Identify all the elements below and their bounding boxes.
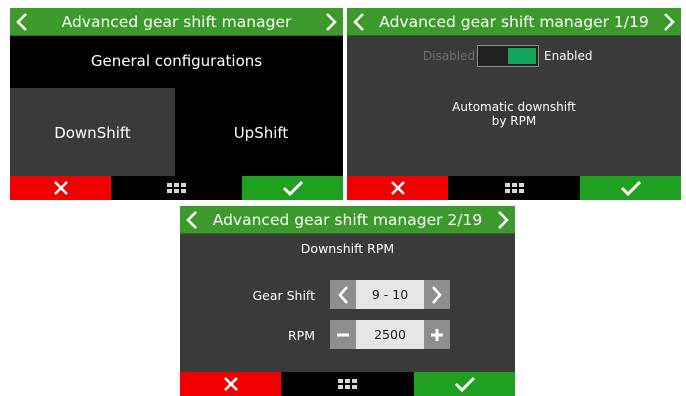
cancel-button[interactable]: [180, 372, 281, 396]
page-subtitle: Downshift RPM: [300, 241, 395, 256]
description-line-1: Automatic downshift: [452, 100, 576, 114]
screen-title: Advanced gear shift manager 1/19: [379, 12, 649, 31]
gear-shift-prev-button[interactable]: [330, 280, 356, 309]
chevron-right-icon: [498, 210, 509, 229]
close-icon: [223, 377, 238, 391]
title-bar: Advanced gear shift manager 2/19: [180, 206, 515, 234]
cancel-button[interactable]: [347, 176, 448, 200]
gear-shift-next-button[interactable]: [424, 280, 450, 309]
bottom-bar: [347, 176, 681, 200]
ok-button[interactable]: [580, 176, 681, 200]
grid-icon: [338, 379, 357, 389]
downshift-button[interactable]: DownShift: [10, 88, 175, 178]
enable-toggle[interactable]: [477, 45, 539, 67]
rpm-stepper: 2500: [330, 320, 450, 349]
cancel-button[interactable]: [10, 176, 111, 200]
screen-main-menu: Advanced gear shift manager General conf…: [10, 8, 343, 200]
chevron-left-icon: [353, 12, 364, 31]
description-line-2: by RPM: [491, 114, 537, 128]
enabled-label: Enabled: [544, 49, 593, 63]
prev-button[interactable]: [10, 8, 34, 35]
next-button[interactable]: [491, 206, 515, 233]
grid-icon: [504, 183, 524, 193]
downshift-label: DownShift: [54, 124, 131, 142]
ok-button[interactable]: [414, 372, 515, 396]
chevron-left-icon: [16, 12, 27, 31]
general-configurations-label: General configurations: [90, 52, 263, 70]
menu-button[interactable]: [281, 372, 414, 396]
chevron-right-icon: [664, 12, 675, 31]
upshift-label: UpShift: [233, 124, 289, 142]
prev-button[interactable]: [347, 8, 371, 35]
next-button[interactable]: [319, 8, 343, 35]
rpm-increment-button[interactable]: [424, 320, 450, 349]
general-configurations-button[interactable]: General configurations: [10, 36, 343, 86]
disabled-label: Disabled: [423, 49, 476, 63]
screen-downshift-rpm: Advanced gear shift manager 2/19 Downshi…: [180, 206, 515, 396]
minus-icon: [337, 333, 349, 336]
title-bar: Advanced gear shift manager: [10, 8, 343, 36]
rpm-decrement-button[interactable]: [330, 320, 356, 349]
close-icon: [390, 181, 405, 195]
next-button[interactable]: [657, 8, 681, 35]
enable-toggle-row: Disabled Enabled: [347, 45, 681, 67]
ok-button[interactable]: [242, 176, 343, 200]
gear-shift-label: Gear Shift: [252, 288, 315, 303]
screen-title: Advanced gear shift manager 2/19: [212, 210, 483, 229]
close-icon: [53, 181, 68, 195]
rpm-label: RPM: [287, 328, 315, 343]
gear-shift-selector: 9 - 10: [330, 280, 450, 309]
bottom-bar: [10, 176, 343, 200]
description: Automatic downshift by RPM: [347, 100, 681, 128]
chevron-left-icon: [338, 285, 348, 304]
grid-icon: [167, 183, 186, 193]
check-icon: [620, 180, 641, 196]
plus-icon: [431, 328, 443, 341]
screen-title: Advanced gear shift manager: [61, 12, 292, 31]
bottom-bar: [180, 372, 515, 396]
menu-button[interactable]: [111, 176, 242, 200]
rpm-value[interactable]: 2500: [356, 320, 424, 349]
gear-shift-value: 9 - 10: [356, 280, 424, 309]
title-bar: Advanced gear shift manager 1/19: [347, 8, 681, 36]
toggle-knob: [508, 48, 536, 64]
prev-button[interactable]: [180, 206, 204, 233]
chevron-left-icon: [186, 210, 197, 229]
upshift-button[interactable]: UpShift: [179, 88, 343, 178]
check-icon: [454, 376, 475, 392]
menu-button[interactable]: [448, 176, 580, 200]
check-icon: [282, 180, 303, 196]
chevron-right-icon: [432, 285, 442, 304]
screen-downshift-enable: Advanced gear shift manager 1/19 Disable…: [347, 8, 681, 200]
chevron-right-icon: [326, 12, 337, 31]
